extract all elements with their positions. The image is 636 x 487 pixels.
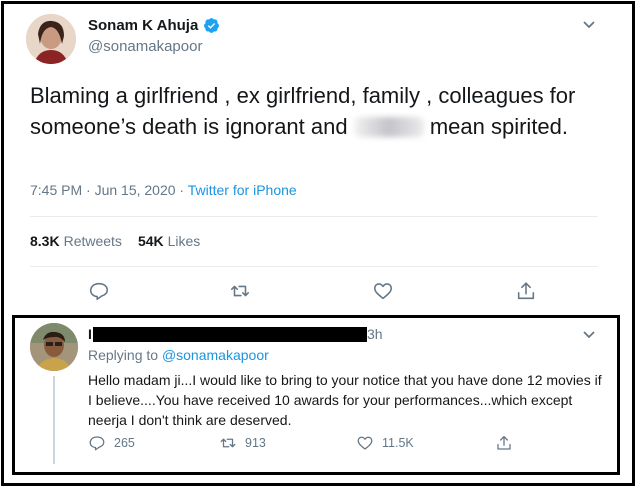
tweet-source-link[interactable]: Twitter for iPhone [188, 182, 297, 198]
like-count: 11.5K [382, 436, 414, 450]
reply-author-name[interactable]: I [88, 326, 92, 342]
divider [30, 216, 598, 217]
divider [30, 266, 598, 267]
redaction-bar [93, 327, 367, 342]
author-name[interactable]: Sonam K Ahuja [88, 17, 220, 34]
thread-line [53, 376, 55, 464]
likes-stat[interactable]: 54K Likes [138, 233, 200, 249]
retweets-label: Retweets [63, 233, 122, 249]
retweet-icon[interactable] [229, 280, 251, 302]
verified-badge-icon [204, 18, 220, 33]
share-icon[interactable] [495, 434, 513, 452]
reply-like-action[interactable]: 11.5K [356, 434, 414, 452]
replying-prefix: Replying to [88, 347, 162, 363]
tweet-text: Blaming a girlfriend , ex girlfriend, fa… [30, 80, 590, 142]
reply-icon[interactable] [88, 280, 110, 302]
reply-icon[interactable] [88, 434, 106, 452]
reply-author-avatar[interactable] [30, 323, 78, 371]
chevron-down-icon[interactable] [582, 330, 596, 340]
retweet-count: 913 [245, 436, 266, 450]
reply-share-action[interactable] [495, 434, 513, 452]
tweet-stats: 8.3K Retweets 54K Likes [30, 233, 200, 249]
retweet-icon[interactable] [219, 434, 237, 452]
author-avatar[interactable] [26, 14, 76, 64]
chevron-down-icon[interactable] [582, 20, 596, 30]
reply-text: Hello madam ji...I would like to bring t… [88, 372, 602, 428]
replying-to: Replying to @sonamakapoor [88, 347, 269, 363]
replying-handle-link[interactable]: @sonamakapoor [162, 347, 269, 363]
likes-count: 54K [137, 233, 164, 249]
tweet-metadata: 7:45 PM · Jun 15, 2020 · Twitter for iPh… [30, 182, 297, 198]
tweet-text-part2: mean spirited. [423, 114, 569, 139]
likes-label: Likes [167, 233, 201, 249]
blurred-word [353, 117, 424, 137]
reply-reply-action[interactable]: 265 [88, 434, 135, 452]
author-handle[interactable]: @sonamakapoor [88, 38, 202, 55]
author-name-text[interactable]: Sonam K Ahuja [88, 17, 198, 34]
reply-count: 265 [114, 436, 135, 450]
like-icon[interactable] [372, 280, 394, 302]
retweets-stat[interactable]: 8.3K Retweets [30, 233, 122, 249]
reply-retweet-action[interactable]: 913 [219, 434, 266, 452]
share-icon[interactable] [515, 280, 537, 302]
tweet-timestamp[interactable]: 7:45 PM · Jun 15, 2020 · [30, 182, 188, 198]
reply-timestamp[interactable]: 3h [367, 326, 383, 342]
like-icon[interactable] [356, 434, 374, 452]
retweets-count: 8.3K [30, 233, 60, 249]
